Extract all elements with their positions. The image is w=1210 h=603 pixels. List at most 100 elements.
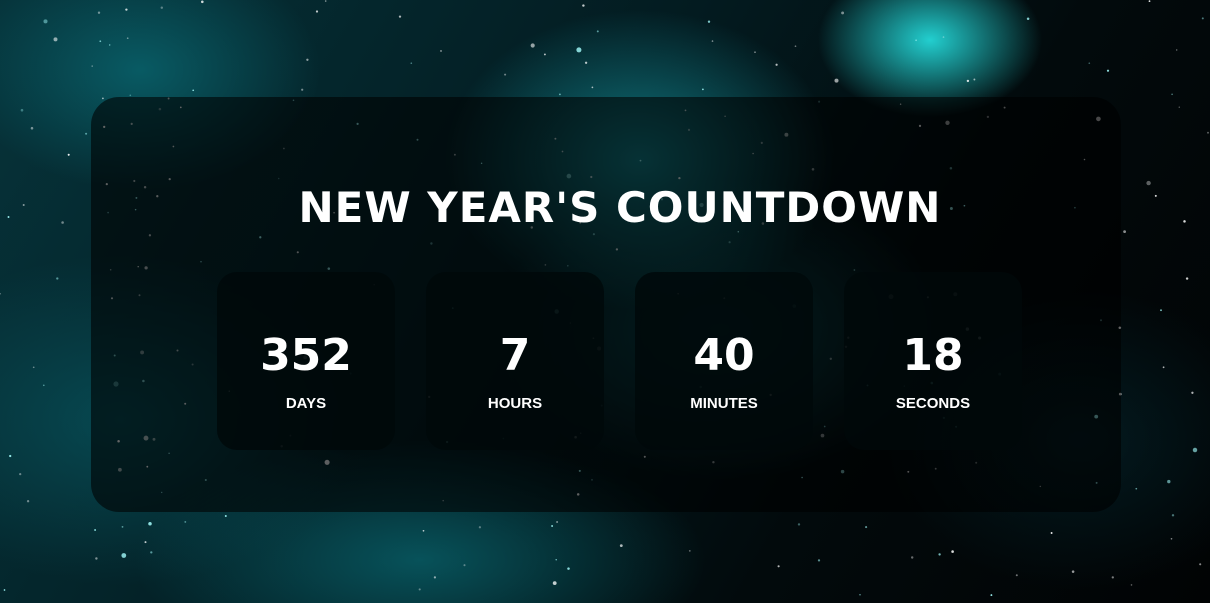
- star: [1130, 584, 1133, 586]
- star: [711, 40, 714, 42]
- minutes-label: MINUTES: [690, 395, 758, 412]
- seconds-value: 18: [902, 330, 964, 381]
- star: [478, 526, 482, 529]
- star: [1170, 537, 1173, 540]
- star: [559, 93, 561, 96]
- star: [1167, 479, 1171, 484]
- star: [3, 589, 6, 591]
- star: [1154, 194, 1157, 197]
- star: [422, 529, 425, 532]
- star: [556, 521, 559, 523]
- star: [184, 520, 187, 523]
- star: [306, 58, 309, 61]
- star: [1026, 17, 1030, 21]
- star: [99, 40, 102, 43]
- star: [108, 44, 111, 46]
- star: [702, 88, 704, 91]
- star: [973, 78, 976, 81]
- star: [619, 544, 623, 548]
- seconds-tile: 18 SECONDS: [844, 272, 1022, 450]
- star: [126, 37, 129, 40]
- star: [85, 132, 88, 135]
- star: [201, 0, 204, 4]
- star: [1191, 391, 1194, 394]
- star: [440, 50, 442, 52]
- star: [433, 576, 437, 579]
- star: [301, 88, 304, 91]
- star: [1178, 106, 1181, 108]
- star: [1106, 69, 1110, 72]
- star: [576, 47, 582, 53]
- star: [61, 221, 64, 224]
- star: [966, 79, 970, 83]
- star: [591, 86, 594, 89]
- star: [43, 19, 48, 24]
- star: [1015, 574, 1018, 577]
- star: [797, 523, 801, 526]
- star: [324, 0, 327, 2]
- star: [150, 551, 153, 554]
- star: [56, 277, 59, 280]
- days-value: 352: [260, 330, 352, 381]
- star: [97, 11, 101, 14]
- seconds-label: SECONDS: [895, 395, 971, 412]
- star: [567, 567, 570, 570]
- star: [990, 594, 993, 597]
- star: [1185, 277, 1189, 280]
- star: [951, 550, 954, 553]
- star: [9, 454, 12, 458]
- star: [224, 514, 227, 518]
- star: [95, 557, 98, 560]
- star: [121, 553, 127, 558]
- star: [1050, 532, 1053, 534]
- star: [398, 15, 402, 18]
- star: [53, 37, 58, 42]
- star: [192, 89, 195, 92]
- star: [543, 53, 546, 56]
- star: [1071, 570, 1075, 573]
- star: [1171, 93, 1173, 96]
- star: [1175, 49, 1178, 51]
- star: [596, 30, 599, 33]
- hours-value: 7: [499, 330, 531, 381]
- star: [144, 541, 147, 544]
- star: [129, 94, 132, 97]
- hours-label: HOURS: [487, 395, 543, 412]
- star: [530, 43, 535, 48]
- star: [102, 97, 104, 100]
- star: [1148, 0, 1151, 2]
- star: [910, 556, 914, 559]
- star: [1171, 514, 1175, 517]
- star: [817, 559, 821, 562]
- star: [834, 78, 839, 83]
- star: [1207, 131, 1209, 134]
- star: [707, 20, 711, 23]
- countdown-tiles: 352 DAYS 7 HOURS 40 MINUTES 18 SECONDS: [217, 272, 1022, 450]
- star: [915, 39, 917, 42]
- hours-tile: 7 HOURS: [426, 272, 604, 450]
- star: [410, 62, 413, 65]
- star: [418, 588, 421, 591]
- star: [754, 51, 756, 53]
- star: [865, 526, 868, 529]
- star: [584, 61, 588, 64]
- star: [42, 384, 45, 387]
- star: [463, 564, 466, 567]
- star: [938, 553, 941, 556]
- star: [26, 500, 30, 503]
- minutes-value: 40: [693, 330, 755, 381]
- star: [121, 525, 124, 528]
- star: [1183, 220, 1186, 223]
- star: [125, 8, 128, 11]
- star: [504, 73, 507, 76]
- star: [551, 525, 554, 527]
- star: [91, 65, 93, 67]
- countdown-page: NEW YEAR'S COUNTDOWN 352 DAYS 7 HOURS 40…: [0, 0, 1210, 603]
- star: [777, 565, 780, 568]
- star: [1160, 309, 1162, 312]
- page-title: NEW YEAR'S COUNTDOWN: [298, 183, 942, 232]
- star: [22, 203, 25, 207]
- star: [7, 216, 10, 218]
- star: [775, 63, 778, 66]
- star: [1192, 447, 1198, 453]
